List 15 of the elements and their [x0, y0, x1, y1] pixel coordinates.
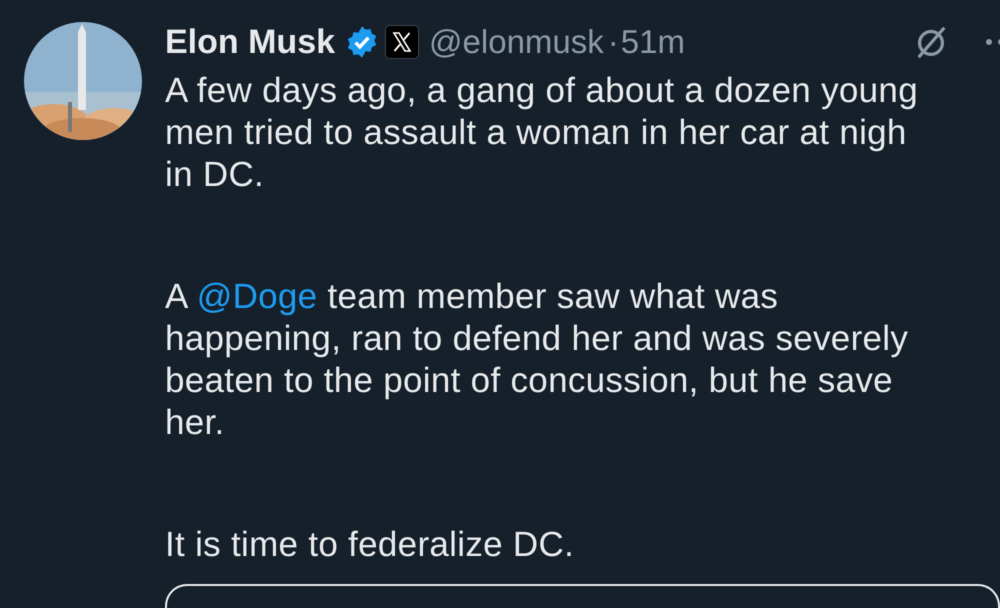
post-text: her. [165, 402, 226, 444]
author-name[interactable]: Elon Musk [165, 22, 336, 62]
author-handle[interactable]: @elonmusk [429, 23, 604, 61]
post-text: in DC. [165, 154, 266, 196]
separator-dot: · [608, 23, 619, 61]
more-icon[interactable] [984, 37, 1000, 47]
post-text: men tried to assault a woman in her car at nigh [165, 112, 908, 154]
post-text: happening, ran to defend her and was severely [165, 318, 910, 360]
post-text: beaten to the point of concussion, but he save [165, 360, 894, 402]
post-text: A few days ago, a gang of about a dozen young [165, 70, 919, 112]
mention-link[interactable]: @Doge [196, 277, 318, 316]
x-logo-icon [385, 25, 420, 59]
post-text: It is time to federalize DC. [165, 524, 576, 566]
post-time[interactable]: 51m [620, 23, 685, 61]
post-text: A @Doge team member saw what was [165, 276, 780, 318]
